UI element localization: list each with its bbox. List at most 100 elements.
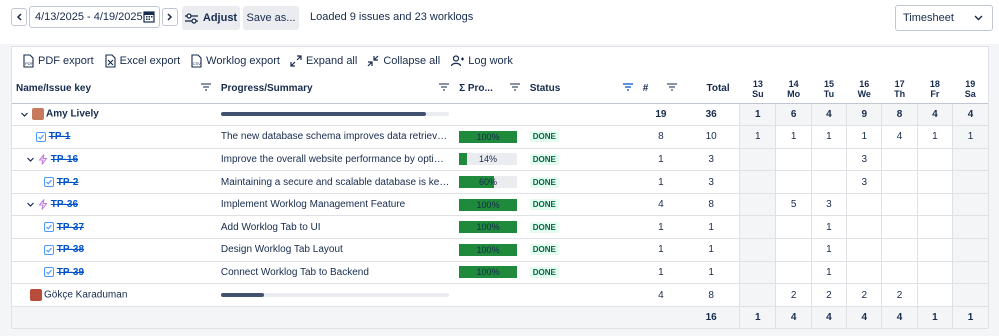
issue-key-link[interactable]: TP-39 — [57, 267, 84, 278]
adjust-button[interactable]: Adjust — [182, 6, 240, 30]
day-hours-cell[interactable] — [739, 261, 776, 285]
day-hours-cell[interactable] — [881, 238, 918, 262]
day-hours-cell[interactable] — [739, 238, 776, 262]
day-hours-cell[interactable] — [881, 193, 918, 217]
filter-icon[interactable] — [439, 83, 450, 91]
day-hours-cell[interactable]: 2 — [810, 283, 847, 307]
view-select[interactable]: Timesheet — [895, 5, 993, 31]
day-hours-cell[interactable] — [846, 193, 882, 217]
day-hours-cell[interactable]: 1 — [810, 215, 847, 240]
day-hours-cell[interactable] — [810, 148, 847, 172]
issue-row[interactable]: TP-16 Improve the overall website perform… — [12, 148, 988, 172]
day-hours-cell[interactable] — [881, 148, 918, 172]
day-hours-cell[interactable]: 4 — [810, 103, 847, 127]
day-hours-cell[interactable] — [881, 170, 918, 194]
day-hours-cell[interactable] — [916, 215, 953, 240]
chevron-down-icon[interactable] — [26, 200, 35, 209]
day-hours-cell[interactable] — [775, 215, 812, 240]
log-work-button[interactable]: Log work — [449, 54, 513, 68]
day-hours-cell[interactable]: 2 — [846, 283, 882, 307]
day-hours-cell[interactable]: 1 — [916, 125, 953, 149]
day-hours-cell[interactable] — [739, 215, 776, 240]
day-hours-cell[interactable]: 1 — [810, 125, 847, 149]
day-hours-cell[interactable]: 1 — [739, 103, 776, 127]
col-header-progress[interactable]: Σ Pro... — [455, 75, 526, 104]
filter-icon[interactable] — [509, 83, 520, 91]
day-hours-cell[interactable] — [881, 261, 918, 285]
filter-icon[interactable] — [200, 83, 211, 91]
day-hours-cell[interactable]: 4 — [881, 125, 918, 149]
day-hours-cell[interactable] — [952, 193, 988, 217]
day-hours-cell[interactable] — [775, 238, 812, 262]
day-hours-cell[interactable] — [775, 261, 812, 285]
pdf-export-button[interactable]: PDF PDF export — [21, 54, 94, 68]
issue-key-link[interactable]: TP-37 — [57, 222, 84, 233]
day-hours-cell[interactable]: 1 — [775, 125, 812, 149]
day-hours-cell[interactable]: 4 — [916, 103, 953, 127]
day-hours-cell[interactable] — [775, 148, 812, 172]
day-hours-cell[interactable]: 6 — [775, 103, 812, 127]
user-row[interactable]: Gökçe Karaduman 4 8 2 2 2 2 — [12, 283, 988, 307]
day-hours-cell[interactable]: 9 — [846, 103, 882, 127]
issue-key-link[interactable]: TP-1 — [49, 131, 71, 142]
day-hours-cell[interactable] — [916, 283, 953, 307]
day-hours-cell[interactable]: 3 — [846, 148, 882, 172]
issue-key-link[interactable]: TP-2 — [57, 177, 79, 188]
day-hours-cell[interactable]: 1 — [810, 261, 847, 285]
day-hours-cell[interactable] — [846, 261, 882, 285]
issue-row[interactable]: TP-2 Maintaining a secure and scalable da… — [12, 170, 988, 194]
worklog-export-button[interactable]: CSV Worklog export — [189, 54, 280, 68]
day-hours-cell[interactable] — [881, 215, 918, 240]
day-hours-cell[interactable]: 3 — [810, 193, 847, 217]
issue-row[interactable]: TP-1 The new database schema improves dat… — [12, 125, 988, 149]
col-header-summary[interactable]: Progress/Summary — [216, 75, 456, 104]
prev-week-button[interactable] — [11, 8, 27, 26]
issue-row[interactable]: TP-39 Connect Worklog Tab to Backend 100% D… — [12, 261, 988, 285]
day-hours-cell[interactable] — [739, 193, 776, 217]
expand-all-button[interactable]: Expand all — [289, 54, 357, 68]
day-hours-cell[interactable] — [916, 170, 953, 194]
day-hours-cell[interactable] — [952, 148, 988, 172]
day-hours-cell[interactable]: 1 — [846, 125, 882, 149]
day-hours-cell[interactable] — [916, 238, 953, 262]
day-hours-cell[interactable] — [916, 148, 953, 172]
filter-icon[interactable] — [667, 83, 678, 91]
day-hours-cell[interactable] — [846, 238, 882, 262]
col-header-total[interactable]: Total — [683, 75, 740, 104]
calendar-icon[interactable] — [143, 10, 155, 23]
day-hours-cell[interactable] — [952, 261, 988, 285]
day-hours-cell[interactable]: 5 — [775, 193, 812, 217]
issue-key-link[interactable]: TP-36 — [51, 199, 78, 210]
chevron-down-icon[interactable] — [20, 110, 29, 119]
day-hours-cell[interactable] — [775, 170, 812, 194]
day-hours-cell[interactable] — [952, 283, 988, 307]
excel-export-button[interactable]: Excel export — [103, 54, 180, 68]
day-hours-cell[interactable] — [952, 170, 988, 194]
filter-active-icon[interactable] — [622, 83, 633, 91]
day-hours-cell[interactable]: 2 — [775, 283, 812, 307]
next-week-button[interactable] — [162, 8, 178, 26]
collapse-all-button[interactable]: Collapse all — [366, 54, 440, 68]
day-hours-cell[interactable]: 8 — [881, 103, 918, 127]
user-row[interactable]: Amy Lively 19 36 1 6 4 9 8 4 4 — [12, 103, 988, 127]
day-hours-cell[interactable]: 2 — [881, 283, 918, 307]
day-hours-cell[interactable] — [916, 193, 953, 217]
chevron-down-icon[interactable] — [26, 155, 35, 164]
issue-row[interactable]: TP-38 Design Worklog Tab Layout 100% DONE 1 1… — [12, 238, 988, 262]
day-hours-cell[interactable]: 3 — [846, 170, 882, 194]
col-header-name[interactable]: Name/Issue key — [12, 75, 217, 104]
day-hours-cell[interactable] — [952, 215, 988, 240]
day-hours-cell[interactable] — [846, 215, 882, 240]
col-header-status[interactable]: Status — [525, 75, 639, 104]
day-hours-cell[interactable]: 4 — [952, 103, 988, 127]
issue-key-link[interactable]: TP-16 — [51, 154, 78, 165]
day-hours-cell[interactable] — [739, 170, 776, 194]
issue-row[interactable]: TP-37 Add Worklog Tab to UI 100% DONE 1 1 1 — [12, 215, 988, 240]
day-hours-cell[interactable] — [810, 170, 847, 194]
issue-key-link[interactable]: TP-38 — [57, 244, 84, 255]
date-range-input[interactable]: 4/13/2025 - 4/19/2025 — [29, 6, 160, 28]
day-hours-cell[interactable] — [739, 148, 776, 172]
col-header-count[interactable]: # — [638, 75, 684, 104]
day-hours-cell[interactable] — [916, 261, 953, 285]
day-hours-cell[interactable] — [952, 238, 988, 262]
